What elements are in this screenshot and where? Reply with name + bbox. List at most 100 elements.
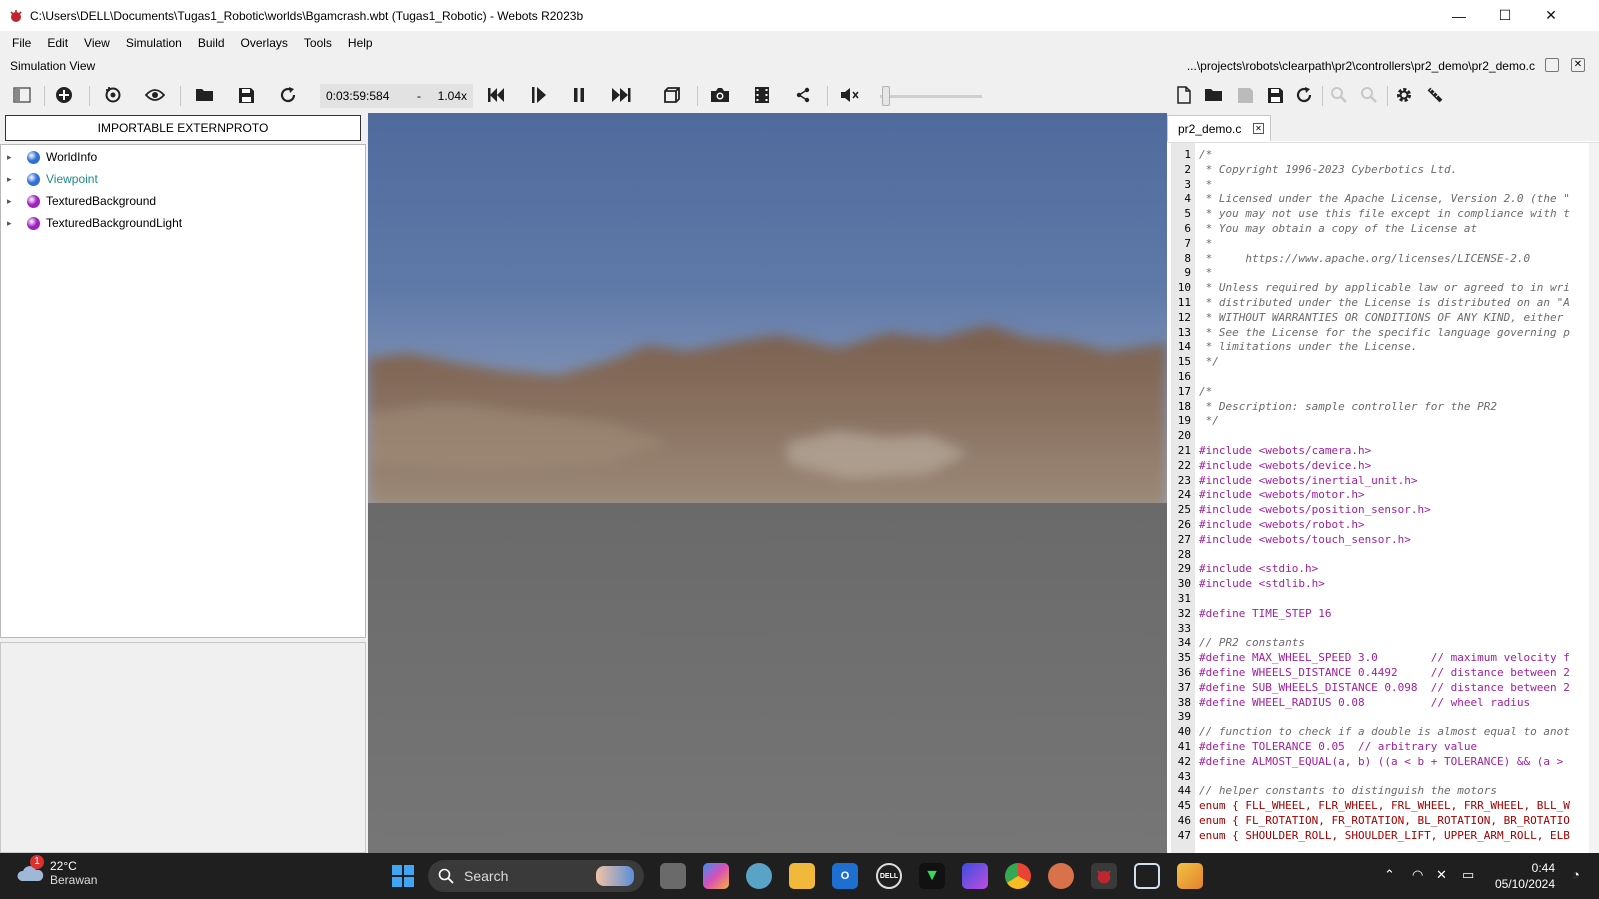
- menu-build[interactable]: Build: [190, 31, 233, 55]
- code-text: *: [1199, 177, 1213, 191]
- webots-logo-icon: [10, 9, 22, 22]
- menu-help[interactable]: Help: [340, 31, 381, 55]
- code-text: * Copyright 1996-2023 Cyberbotics Ltd.: [1199, 162, 1458, 176]
- reload-world-icon[interactable]: [276, 83, 300, 107]
- tab-pr2-demo[interactable]: pr2_demo.c ✕: [1167, 115, 1271, 141]
- mascot-app-icon[interactable]: [1048, 863, 1074, 889]
- 3d-view[interactable]: [368, 113, 1167, 853]
- show-hidden-icons-icon[interactable]: ⌃: [1384, 867, 1395, 883]
- system-clock[interactable]: 0:44 05/10/2024: [1495, 860, 1555, 892]
- screenshot-camera-icon[interactable]: [708, 83, 732, 107]
- save-file-disabled-icon[interactable]: [1233, 83, 1257, 107]
- menu-edit[interactable]: Edit: [39, 31, 76, 55]
- build-gear-icon[interactable]: [1392, 83, 1416, 107]
- record-movie-icon[interactable]: [750, 83, 774, 107]
- replace-disabled-icon[interactable]: [1357, 83, 1381, 107]
- windows-start-icon[interactable]: [390, 863, 416, 889]
- menu-overlays[interactable]: Overlays: [233, 31, 296, 55]
- vertical-scrollbar[interactable]: [1589, 143, 1599, 853]
- 3d-cube-app-icon[interactable]: [1134, 863, 1160, 889]
- new-file-icon[interactable]: [1172, 83, 1196, 107]
- minimize-button[interactable]: —: [1436, 0, 1482, 31]
- toggle-scene-tree-icon[interactable]: [10, 83, 34, 107]
- toolbar: 0:03:59:584 - 1.04x: [0, 77, 1599, 113]
- chrome-icon[interactable]: [1005, 863, 1031, 889]
- add-node-icon[interactable]: [52, 83, 76, 107]
- importable-externproto-button[interactable]: IMPORTABLE EXTERNPROTO: [5, 115, 361, 141]
- expand-arrow-icon[interactable]: ▸: [7, 152, 19, 163]
- python-idle-icon[interactable]: [1177, 863, 1203, 889]
- share-icon[interactable]: [791, 83, 815, 107]
- code-text: * you may not use this file except in co…: [1199, 207, 1570, 221]
- tree-item-viewpoint[interactable]: ▸ Viewpoint: [1, 168, 98, 190]
- open-world-icon[interactable]: [193, 83, 217, 107]
- revert-file-icon[interactable]: [1292, 83, 1316, 107]
- reset-viewpoint-icon[interactable]: [101, 83, 125, 107]
- view-eye-icon[interactable]: [143, 83, 167, 107]
- close-editor-icon[interactable]: ✕: [1571, 58, 1585, 72]
- rendering-icon[interactable]: [660, 83, 684, 107]
- close-tab-icon[interactable]: ✕: [1253, 123, 1264, 134]
- open-file-icon[interactable]: [1202, 83, 1226, 107]
- webots-app-icon[interactable]: [1091, 863, 1117, 889]
- line-number: 47: [1177, 828, 1191, 842]
- code-text: enum { FL_ROTATION, FR_ROTATION, BL_ROTA…: [1199, 814, 1570, 827]
- windows-taskbar: 1 22°C Berawan Search O DELL ▼ ⌃ ◠ ✕ ▭ 0…: [0, 853, 1599, 899]
- vpn-app-icon[interactable]: ▼: [919, 863, 945, 889]
- maximize-button[interactable]: ☐: [1482, 0, 1528, 31]
- media-player-icon[interactable]: [962, 863, 988, 889]
- line-number: 23: [1177, 473, 1191, 487]
- code-text: // function to check if a double is almo…: [1199, 725, 1570, 739]
- menu-bar: File Edit View Simulation Build Overlays…: [0, 31, 1599, 55]
- battery-icon[interactable]: ▭: [1462, 867, 1474, 883]
- notifications-bell-icon[interactable]: ◔: [1572, 867, 1580, 882]
- weather-widget[interactable]: 1 22°C Berawan: [16, 855, 97, 887]
- save-as-icon[interactable]: [1263, 83, 1287, 107]
- outlook-icon[interactable]: O: [832, 863, 858, 889]
- line-number: 6: [1184, 222, 1191, 235]
- menu-view[interactable]: View: [76, 31, 118, 55]
- tree-item-texturedbackground[interactable]: ▸ TexturedBackground: [1, 190, 156, 212]
- undock-icon[interactable]: [1545, 58, 1559, 72]
- line-number: 8: [1184, 251, 1191, 265]
- line-number: 28: [1177, 547, 1191, 561]
- task-view-icon[interactable]: [660, 863, 686, 889]
- reset-simulation-icon[interactable]: [484, 83, 508, 107]
- line-number: 18: [1177, 399, 1191, 413]
- clean-broom-icon[interactable]: [1423, 83, 1447, 107]
- volume-muted-icon[interactable]: ✕: [1436, 867, 1447, 883]
- taskbar-search-box[interactable]: Search: [428, 860, 644, 892]
- code-text: #define WHEELS_DISTANCE 0.4492 // distan…: [1199, 666, 1570, 679]
- volume-slider-handle[interactable]: [881, 86, 890, 106]
- step-icon[interactable]: [527, 83, 551, 107]
- line-number: 25: [1177, 503, 1191, 517]
- copilot-icon[interactable]: [703, 863, 729, 889]
- editor-tab-bar: pr2_demo.c ✕: [1167, 113, 1599, 141]
- fast-forward-icon[interactable]: [609, 83, 633, 107]
- mute-speaker-icon[interactable]: [838, 83, 862, 107]
- menu-file[interactable]: File: [4, 31, 39, 55]
- code-text: */: [1199, 355, 1219, 369]
- find-disabled-icon[interactable]: [1327, 83, 1351, 107]
- user-profile-icon[interactable]: [746, 863, 772, 889]
- code-text: enum { SHOULDER_ROLL, SHOULDER_LIFT, UPP…: [1199, 828, 1570, 842]
- file-explorer-icon[interactable]: [789, 863, 815, 889]
- pause-icon[interactable]: [567, 83, 591, 107]
- volume-slider[interactable]: [880, 95, 982, 98]
- expand-arrow-icon[interactable]: ▸: [7, 218, 19, 229]
- expand-arrow-icon[interactable]: ▸: [7, 174, 19, 185]
- line-number: 11: [1177, 296, 1191, 309]
- tree-item-texturedbackgroundlight[interactable]: ▸ TexturedBackgroundLight: [1, 212, 182, 234]
- tree-item-worldinfo[interactable]: ▸ WorldInfo: [1, 146, 97, 168]
- menu-tools[interactable]: Tools: [296, 31, 340, 55]
- menu-simulation[interactable]: Simulation: [118, 31, 190, 55]
- expand-arrow-icon[interactable]: ▸: [7, 196, 19, 207]
- line-number: 21: [1177, 444, 1191, 457]
- code-area[interactable]: 1 /* 2 * Copyright 1996-2023 Cyberbotics L…: [1167, 142, 1599, 853]
- wifi-icon[interactable]: ◠: [1412, 867, 1423, 883]
- save-world-icon[interactable]: [234, 83, 258, 107]
- close-button[interactable]: ✕: [1528, 0, 1574, 31]
- line-number: 44: [1177, 784, 1191, 798]
- code-text: #include <webots/motor.h>: [1199, 488, 1365, 502]
- dell-icon[interactable]: DELL: [876, 863, 902, 889]
